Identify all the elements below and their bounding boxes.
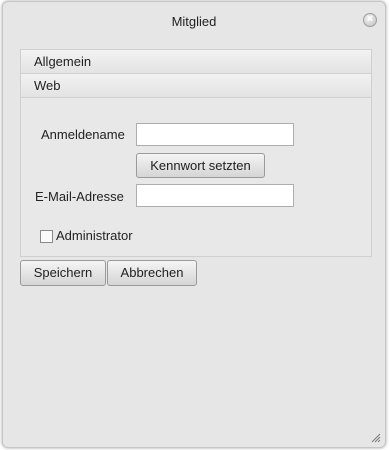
- username-input[interactable]: [136, 123, 294, 146]
- accordion-header-allgemein[interactable]: Allgemein: [21, 50, 371, 74]
- dialog-titlebar[interactable]: Mitglied: [3, 2, 385, 42]
- member-dialog: Mitglied × Allgemein Web Anmeldename Ken…: [2, 1, 386, 448]
- administrator-label: Administrator: [56, 228, 133, 243]
- email-input[interactable]: [136, 184, 294, 207]
- set-password-button[interactable]: Kennwort setzten: [136, 153, 265, 178]
- cancel-button[interactable]: Abbrechen: [107, 260, 197, 286]
- accordion-header-label: Web: [34, 78, 61, 93]
- dialog-title: Mitglied: [171, 14, 217, 29]
- resize-grip-icon[interactable]: [371, 433, 381, 443]
- web-section-body: Anmeldename Kennwort setzten E-Mail-Adre…: [21, 98, 371, 256]
- administrator-checkbox[interactable]: [40, 230, 53, 243]
- save-button[interactable]: Speichern: [20, 260, 106, 286]
- email-label: E-Mail-Adresse: [35, 189, 124, 204]
- accordion-header-web[interactable]: Web: [21, 74, 371, 98]
- accordion: Allgemein Web Anmeldename Kennwort setzt…: [20, 49, 372, 257]
- accordion-header-label: Allgemein: [34, 54, 92, 69]
- username-label: Anmeldename: [41, 127, 125, 142]
- close-icon[interactable]: ×: [363, 13, 377, 27]
